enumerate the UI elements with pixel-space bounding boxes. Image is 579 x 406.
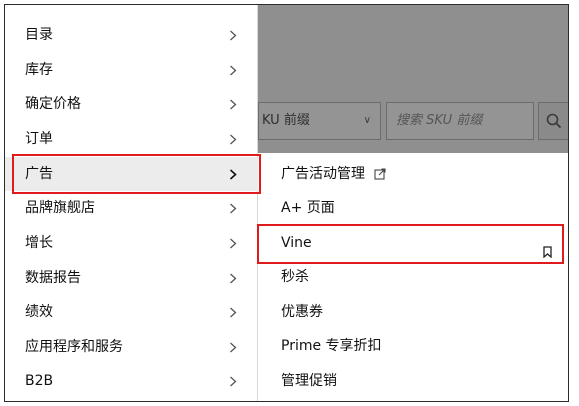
menu-item-label: B2B bbox=[25, 373, 54, 389]
chevron-right-icon bbox=[229, 18, 241, 52]
menu-item-label: 品牌旗舰店 bbox=[25, 200, 95, 216]
menu-item-orders[interactable]: 订单 bbox=[5, 122, 258, 156]
background-overlay: KU 前缀 ∨ 搜索 SKU 前缀 bbox=[258, 5, 568, 153]
submenu-item-label: 管理促销 bbox=[281, 373, 337, 389]
submenu-item-label: A+ 页面 bbox=[281, 200, 335, 216]
submenu-item-label: 优惠券 bbox=[281, 304, 323, 320]
chevron-right-icon bbox=[229, 226, 241, 260]
submenu-item-campaign-manager[interactable]: 广告活动管理 bbox=[259, 157, 568, 193]
search-button[interactable] bbox=[538, 102, 568, 140]
chevron-right-icon bbox=[229, 330, 241, 364]
sku-prefix-select[interactable]: KU 前缀 ∨ bbox=[258, 102, 381, 140]
submenu-item-lightning-deals[interactable]: 秒杀 bbox=[259, 260, 568, 294]
menu-item-reports[interactable]: 数据报告 bbox=[5, 261, 258, 295]
submenu-item-a-plus[interactable]: A+ 页面 bbox=[259, 191, 568, 225]
chevron-right-icon bbox=[229, 87, 241, 121]
menu-item-catalog[interactable]: 目录 bbox=[5, 18, 258, 52]
search-placeholder: 搜索 SKU 前缀 bbox=[396, 113, 483, 128]
menu-item-label: 确定价格 bbox=[25, 96, 81, 112]
menu-item-label: 绩效 bbox=[25, 304, 53, 320]
menu-item-inventory[interactable]: 库存 bbox=[5, 53, 258, 87]
menu-item-label: 订单 bbox=[25, 131, 53, 147]
chevron-right-icon bbox=[229, 53, 241, 87]
sku-prefix-select-value: KU 前缀 bbox=[262, 113, 310, 128]
menu-item-growth[interactable]: 增长 bbox=[5, 226, 258, 260]
search-icon bbox=[546, 113, 562, 129]
menu-item-label: 目录 bbox=[25, 27, 53, 43]
search-input[interactable]: 搜索 SKU 前缀 bbox=[386, 102, 534, 140]
menu-item-label: 增长 bbox=[25, 235, 53, 251]
chevron-right-icon bbox=[229, 191, 241, 225]
chevron-right-icon bbox=[229, 122, 241, 156]
menu-item-apps-services[interactable]: 应用程序和服务 bbox=[5, 330, 258, 364]
highlight-box-vine bbox=[257, 224, 564, 264]
external-link-icon bbox=[374, 159, 387, 193]
menu-item-pricing[interactable]: 确定价格 bbox=[5, 87, 258, 121]
highlight-box-advertising bbox=[12, 154, 261, 194]
submenu-item-label: Prime 专享折扣 bbox=[281, 338, 382, 354]
menu-item-b2b[interactable]: B2B bbox=[5, 364, 258, 398]
submenu-item-coupons[interactable]: 优惠券 bbox=[259, 295, 568, 329]
menu-item-performance[interactable]: 绩效 bbox=[5, 295, 258, 329]
submenu-item-manage-promotions[interactable]: 管理促销 bbox=[259, 364, 568, 398]
submenu-item-prime-discounts[interactable]: Prime 专享折扣 bbox=[259, 329, 568, 363]
chevron-right-icon bbox=[229, 295, 241, 329]
screenshot-frame: KU 前缀 ∨ 搜索 SKU 前缀 目录 库存 确定价格 订单 广告 品牌旗舰店… bbox=[4, 4, 569, 402]
menu-item-label: 库存 bbox=[25, 62, 53, 78]
chevron-down-icon: ∨ bbox=[363, 115, 371, 126]
menu-item-label: 数据报告 bbox=[25, 270, 81, 286]
menu-item-label: 应用程序和服务 bbox=[25, 339, 123, 355]
main-nav-menu: 目录 库存 确定价格 订单 广告 品牌旗舰店 增长 数据报告 绩效 应用程序和服… bbox=[5, 5, 258, 401]
menu-item-brand-store[interactable]: 品牌旗舰店 bbox=[5, 191, 258, 225]
chevron-right-icon bbox=[229, 261, 241, 295]
advertising-submenu: 广告活动管理 A+ 页面 Vine 秒杀 优惠券 Prime 专享折扣 管理促销 bbox=[259, 153, 568, 401]
submenu-item-label: 秒杀 bbox=[281, 269, 309, 285]
submenu-item-label: 广告活动管理 bbox=[281, 166, 365, 182]
chevron-right-icon bbox=[229, 364, 241, 398]
